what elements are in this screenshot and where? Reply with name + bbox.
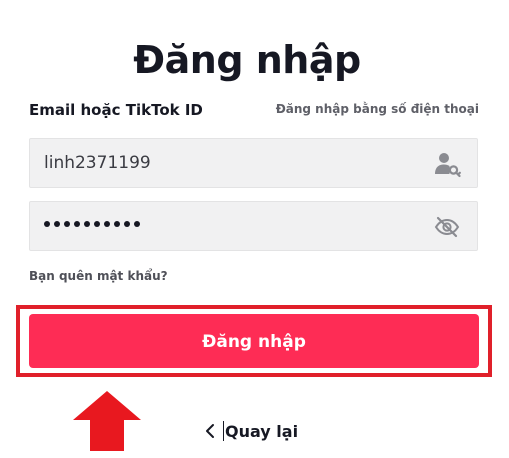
username-input[interactable]: linh2371199 <box>29 138 478 188</box>
login-button[interactable]: Đăng nhập <box>29 314 479 368</box>
user-key-icon <box>435 153 461 178</box>
email-tiktok-id-label: Email hoặc TikTok ID <box>29 101 203 119</box>
password-mask-dot <box>94 221 100 227</box>
username-input-value: linh2371199 <box>44 153 151 173</box>
text-cursor <box>223 421 224 441</box>
password-mask-dot <box>124 221 130 227</box>
password-mask-dot <box>104 221 110 227</box>
chevron-left-icon <box>206 424 214 438</box>
back-link[interactable]: Quay lại <box>204 418 298 444</box>
password-mask-dot <box>74 221 80 227</box>
password-mask <box>44 221 140 227</box>
password-input[interactable] <box>29 201 478 251</box>
forgot-password-link[interactable]: Bạn quên mật khẩu? <box>29 269 168 283</box>
password-mask-dot <box>84 221 90 227</box>
password-mask-dot <box>44 221 50 227</box>
red-up-arrow <box>73 391 141 451</box>
password-mask-dot <box>54 221 60 227</box>
page-title: Đăng nhập <box>133 38 361 82</box>
login-label-row: Email hoặc TikTok ID Đăng nhập bằng số đ… <box>29 98 479 124</box>
back-label: Quay lại <box>225 421 299 441</box>
password-mask-dot <box>114 221 120 227</box>
password-mask-dot <box>134 221 140 227</box>
eye-off-icon[interactable] <box>433 213 461 241</box>
password-mask-dot <box>64 221 70 227</box>
phone-login-link[interactable]: Đăng nhập bằng số điện thoại <box>276 102 479 116</box>
